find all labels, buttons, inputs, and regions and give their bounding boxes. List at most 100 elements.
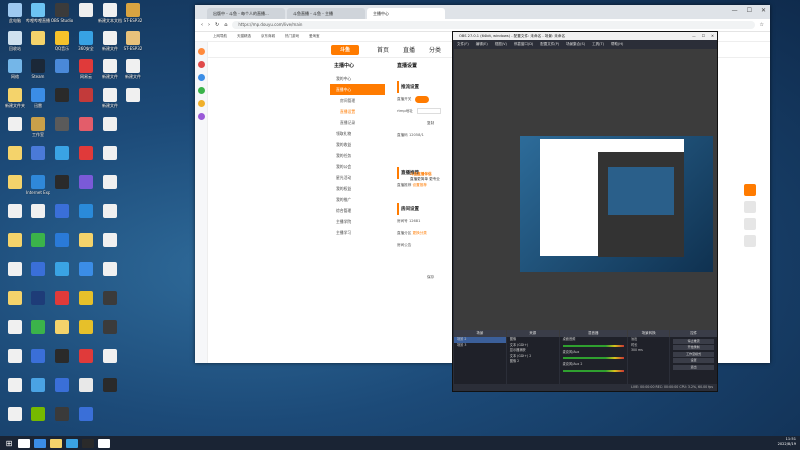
desktop-icon[interactable] [74, 262, 98, 277]
desktop-icon[interactable] [26, 204, 50, 219]
obs-menu-item[interactable]: 工具(T) [592, 40, 604, 48]
nav-category[interactable]: 分类 [429, 45, 441, 54]
desktop-icon[interactable]: 新建文件 [121, 59, 145, 79]
bookmark-3[interactable]: 京东商城 [261, 34, 275, 39]
sidebar-item[interactable]: 星光活动 [330, 172, 385, 183]
float-icon[interactable] [744, 201, 756, 213]
float-orange-icon[interactable] [744, 184, 756, 196]
desktop-icon[interactable] [50, 59, 74, 74]
desktop-icon[interactable] [26, 349, 50, 364]
desktop-icon[interactable] [50, 349, 74, 364]
bookmark-2[interactable]: 天猫精选 [237, 34, 251, 39]
nav-home[interactable]: 首页 [377, 45, 389, 54]
system-tray-clock[interactable]: 11:51 2022/8/19 [778, 437, 796, 447]
desktop-icon[interactable]: 网络 [3, 59, 27, 79]
refresh-icon[interactable]: ↻ [215, 22, 219, 28]
side-strip-icon[interactable] [197, 87, 205, 94]
desktop-icon[interactable] [3, 204, 27, 219]
desktop-icon[interactable] [26, 233, 50, 248]
desktop-icon[interactable] [26, 320, 50, 335]
obs-menu-item[interactable]: 停靠窗口(D) [514, 40, 533, 48]
obs-control-button[interactable]: 设置 [673, 358, 714, 363]
close-icon[interactable]: ✕ [761, 7, 766, 14]
desktop-icon[interactable] [3, 146, 27, 161]
home-icon[interactable]: ⌂ [224, 22, 227, 28]
desktop-icon[interactable] [98, 291, 122, 306]
float-icon[interactable] [744, 235, 756, 247]
sidebar-item[interactable]: 我的收益 [330, 139, 385, 150]
desktop-icon[interactable] [98, 117, 122, 132]
sidebar-item[interactable]: 直播设置 [330, 106, 385, 117]
desktop-icon[interactable] [3, 262, 27, 277]
taskbar-app-icon[interactable] [66, 438, 78, 448]
sidebar-item[interactable]: 直播记录 [330, 117, 385, 128]
desktop-icon[interactable] [3, 117, 27, 132]
copy-button[interactable]: 复制 [427, 121, 434, 125]
sidebar-item[interactable]: 我的权益 [330, 183, 385, 194]
douyu-logo[interactable]: 斗鱼 [331, 44, 359, 55]
desktop-icon[interactable]: 此电脑 [3, 3, 27, 23]
desktop-icon[interactable] [74, 88, 98, 103]
desktop-icon[interactable] [50, 117, 74, 132]
desktop-icon[interactable]: 360安全 [74, 31, 98, 51]
desktop-icon[interactable] [3, 291, 27, 306]
desktop-icon[interactable] [50, 88, 74, 103]
obs-menu-item[interactable]: 视图(V) [495, 40, 507, 48]
sidebar-item[interactable]: 主播学习 [330, 227, 385, 238]
desktop-icon[interactable] [26, 262, 50, 277]
float-icon[interactable] [744, 218, 756, 230]
desktop-icon[interactable]: Steam [26, 59, 50, 79]
rtmp-input[interactable] [416, 108, 441, 114]
obs-control-button[interactable]: 工作室模式 [673, 351, 714, 357]
sidebar-item[interactable]: 领取礼物 [330, 128, 385, 139]
desktop-icon[interactable] [3, 349, 27, 364]
star-icon[interactable]: ☆ [760, 22, 764, 28]
sidebar-item[interactable]: 我的推广 [330, 194, 385, 205]
desktop-icon[interactable] [3, 320, 27, 335]
obs-control-button[interactable]: 开始录制 [673, 345, 714, 350]
live-toggle[interactable] [415, 95, 430, 103]
desktop-icon[interactable] [26, 31, 50, 46]
bookmark-1[interactable]: 上网导航 [213, 34, 227, 39]
taskbar-app-icon[interactable] [82, 438, 94, 448]
desktop-icon[interactable] [3, 378, 27, 393]
obs-menu-item[interactable]: 配置文件(P) [540, 40, 559, 48]
close-icon[interactable]: ✕ [711, 32, 714, 40]
obs-control-button[interactable]: 停止推流 [673, 338, 714, 344]
desktop-icon[interactable]: QQ音乐 [50, 31, 74, 51]
recommend-link[interactable]: 设置推荐 [413, 183, 427, 187]
start-button[interactable]: ⊞ [0, 436, 18, 450]
desktop-icon[interactable]: 新建文件夹 [3, 88, 27, 108]
desktop-icon[interactable] [74, 320, 98, 335]
desktop-icon[interactable] [50, 262, 74, 277]
sidebar-item[interactable]: 我的中心 [330, 73, 385, 84]
side-strip-icon[interactable] [197, 100, 205, 107]
obs-menu-item[interactable]: 场景集合(S) [566, 40, 585, 48]
desktop-icon[interactable]: 工作室 [26, 117, 50, 137]
desktop-icon[interactable]: ST-ESP32 [121, 31, 145, 51]
nav-live[interactable]: 直播 [403, 45, 415, 54]
desktop-icon[interactable] [74, 146, 98, 161]
change-category-link[interactable]: 更换分类 [413, 231, 427, 235]
transition-item[interactable]: 300 ms [628, 348, 669, 354]
bookmark-4[interactable]: 热门游戏 [285, 34, 299, 39]
companion-banner[interactable]: 斗鱼直播伴侣 直播更简单 更专业 [410, 172, 440, 182]
desktop-icon[interactable] [50, 407, 74, 422]
maximize-icon[interactable]: ☐ [702, 32, 705, 40]
back-icon[interactable]: ‹ [201, 22, 203, 28]
desktop-icon[interactable] [98, 204, 122, 219]
forward-icon[interactable]: › [208, 22, 210, 28]
desktop-icon[interactable] [50, 204, 74, 219]
taskbar-app-icon[interactable] [34, 438, 46, 448]
desktop-icon[interactable]: 网易云 [74, 59, 98, 79]
desktop-icon[interactable] [98, 262, 122, 277]
desktop-icon[interactable] [98, 378, 122, 393]
desktop-icon[interactable] [26, 291, 50, 306]
browser-tab-2[interactable]: 斗鱼直播 - 斗鱼 - 主播 [287, 8, 365, 19]
desktop-icon[interactable]: Internet Explorer [26, 175, 50, 195]
obs-menu-item[interactable]: 文件(F) [457, 40, 469, 48]
obs-menu-item[interactable]: 编辑(E) [476, 40, 488, 48]
obs-preview[interactable] [520, 136, 713, 272]
desktop-icon[interactable]: 新建文本文档 [98, 3, 122, 23]
desktop-icon[interactable] [98, 320, 122, 335]
